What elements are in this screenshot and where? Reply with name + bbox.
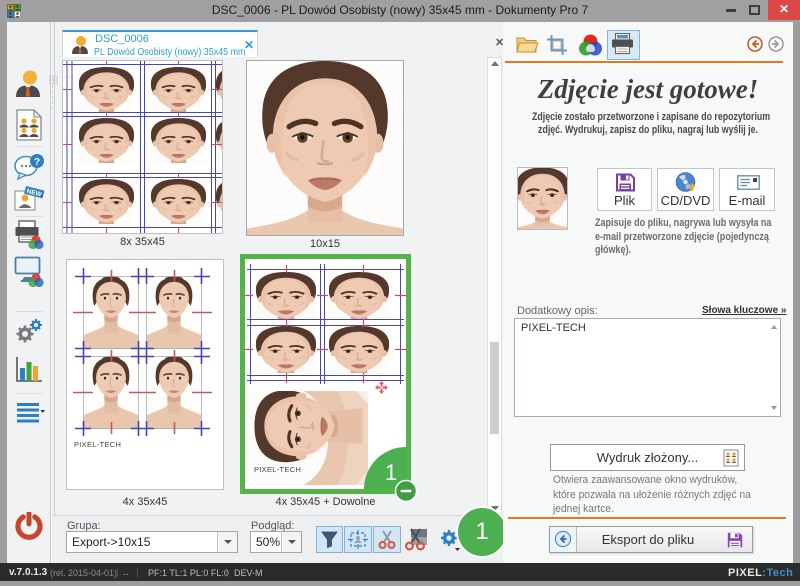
svg-text:?: ? [34, 157, 40, 168]
